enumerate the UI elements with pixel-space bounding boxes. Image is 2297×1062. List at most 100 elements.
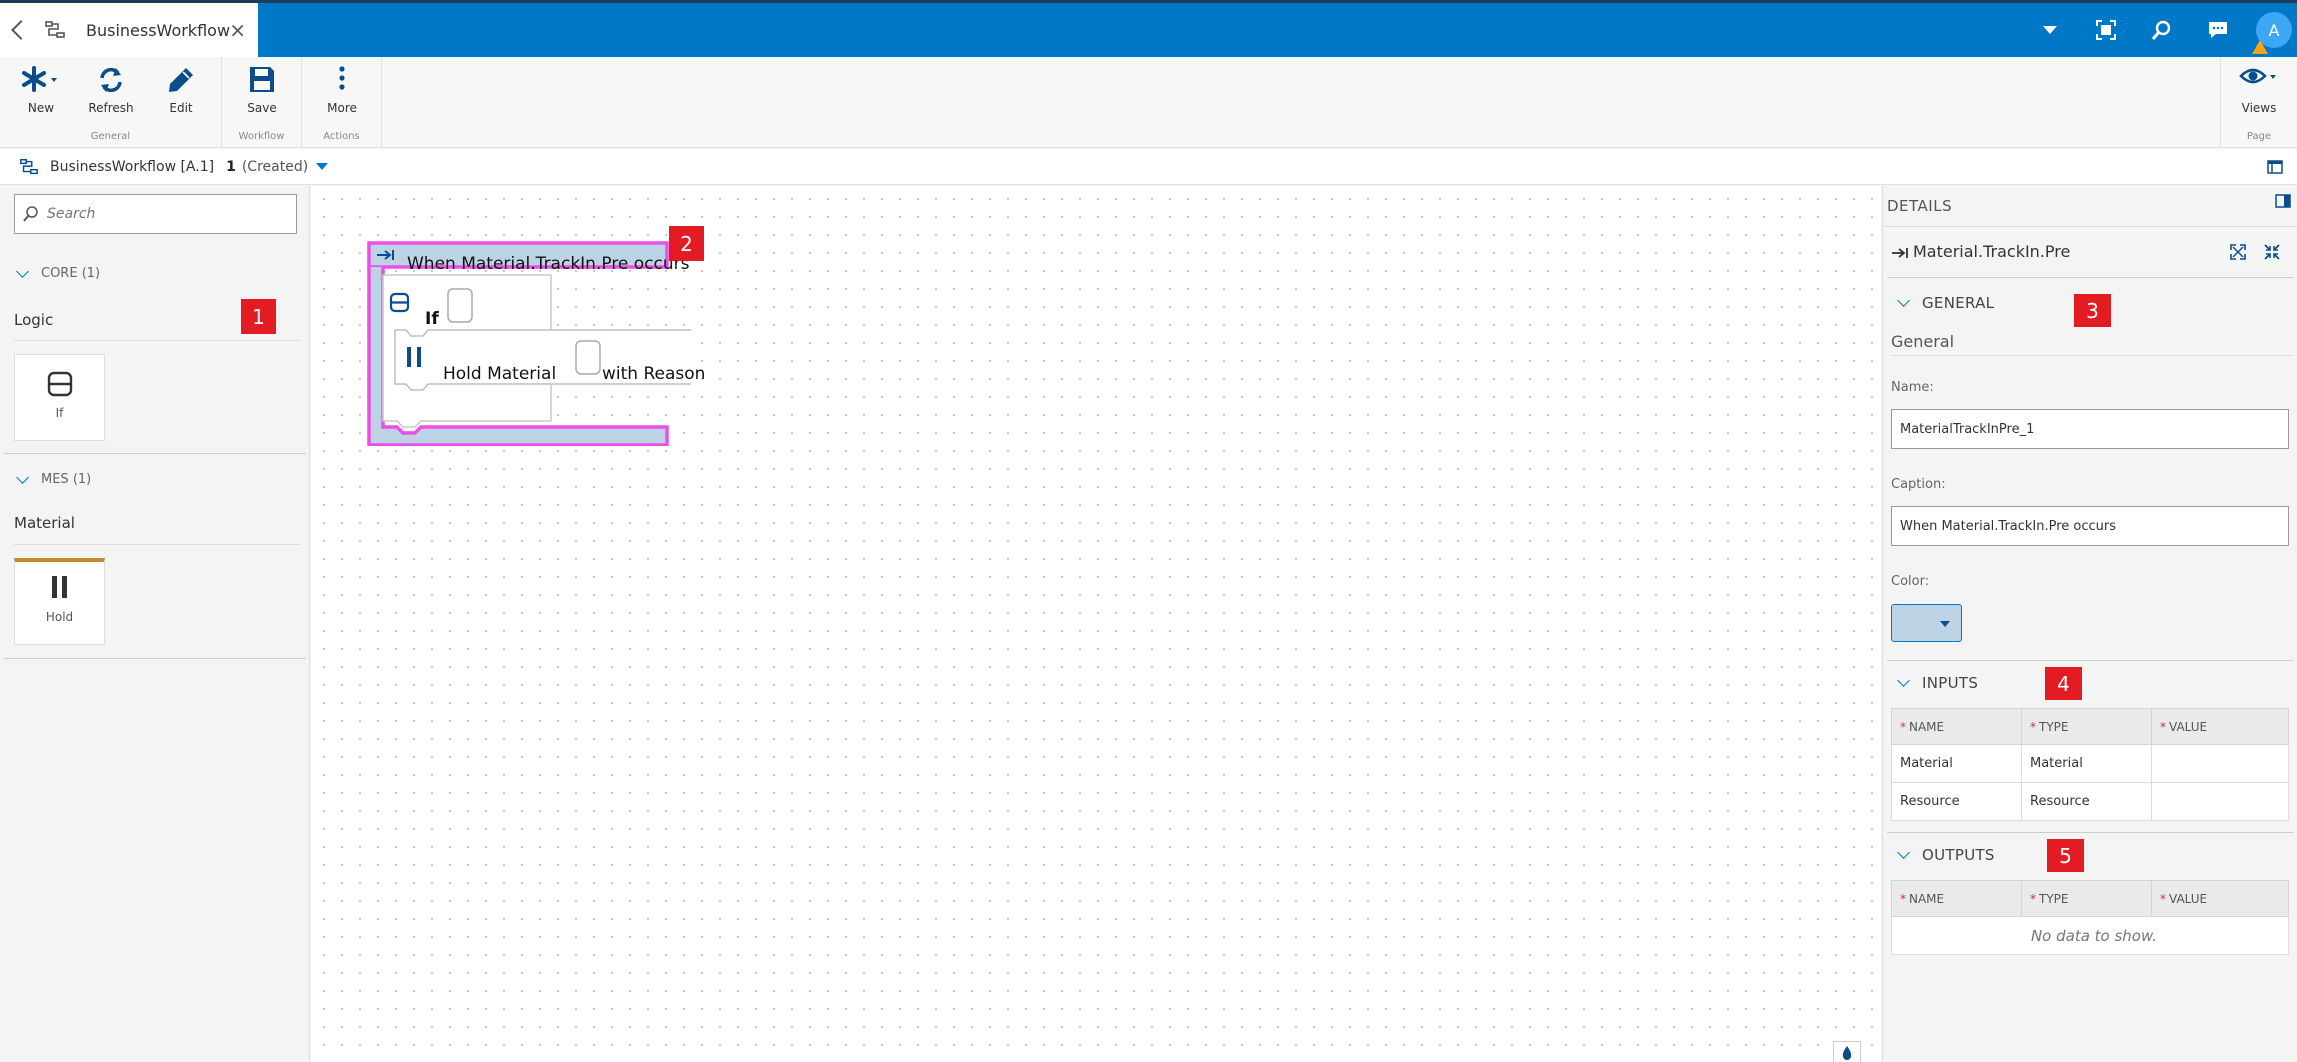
close-tab-icon[interactable]: × [229,20,246,40]
reason-label: with Reason [602,364,706,384]
table-row[interactable]: Material Material [1891,744,2289,783]
save-button[interactable]: Save [227,57,297,127]
edit-button-label: Edit [169,101,193,115]
chevron-down-icon [16,470,29,484]
back-arrow-icon[interactable] [11,20,31,40]
annotation-badge-3: 3 [2074,294,2111,327]
general-subheader: General [1891,332,1955,351]
views-button-label: Views [2241,101,2277,115]
column-header-type[interactable]: * TYPE [2021,708,2152,745]
table-row[interactable]: Resource Resource [1891,782,2289,821]
column-header-name[interactable]: * NAME [1891,708,2022,745]
section-core-header[interactable]: CORE (1) [16,264,101,281]
cell-value[interactable] [2151,782,2289,821]
toolbox-search[interactable] [14,194,297,234]
edit-button[interactable]: Edit [146,57,216,127]
toolbox-item-hold[interactable]: Hold [14,558,105,645]
workflow-icon [45,21,65,38]
section-mes-header[interactable]: MES (1) [16,470,91,487]
eye-icon [2239,68,2276,84]
cell-type[interactable]: Material [2021,744,2152,783]
save-icon [250,67,274,92]
toolbox-item-label: Hold [45,610,74,624]
section-inputs-label: INPUTS [1922,674,1979,692]
column-header-type[interactable]: * TYPE [2021,880,2152,917]
subsection-logic: Logic [14,311,54,329]
refresh-button-label: Refresh [88,101,134,115]
cell-value[interactable] [2151,744,2289,783]
cell-name[interactable]: Resource [1891,782,2022,821]
asterisk-icon [22,66,57,92]
chevron-down-icon [1897,846,1910,859]
if-block-icon [47,371,72,397]
event-icon [1892,248,1908,258]
name-label: Name: [1891,380,1934,395]
search-icon[interactable] [2134,3,2190,57]
name-field[interactable] [1891,409,2289,449]
ribbon-group-general: New Refresh Edit General [0,57,222,148]
workflow-icon [20,158,38,174]
section-outputs-label: OUTPUTS [1922,846,1995,864]
version-dropdown-icon[interactable] [316,163,329,170]
version-state: (Created) [241,158,309,175]
search-input[interactable] [47,203,287,225]
new-button[interactable]: New [6,57,76,127]
section-core-label: CORE (1) [41,266,101,281]
group-label-general: General [90,131,131,142]
canvas-tool-button[interactable] [1833,1041,1861,1062]
cell-name[interactable]: Material [1891,744,2022,783]
toolbox-item-label: If [55,406,64,420]
if-block-label: If [425,309,439,329]
cell-type[interactable]: Resource [2021,782,2152,821]
more-button-label: More [327,101,357,115]
column-header-name[interactable]: * NAME [1891,880,2022,917]
color-picker[interactable] [1891,604,1962,642]
divider [1891,355,2293,356]
collapse-icon[interactable] [2263,243,2281,261]
annotation-badge-5: 5 [2047,839,2084,872]
collapse-panel-icon[interactable] [2275,193,2291,209]
scan-icon[interactable] [2078,3,2134,57]
panel-layout-icon[interactable] [2267,159,2283,175]
chevron-down-icon [1897,294,1910,307]
chevron-down-icon [16,264,29,278]
refresh-button[interactable]: Refresh [76,57,146,127]
workflow-canvas[interactable]: When Material.TrackIn.Pre occurs If Hold… [311,186,1881,1062]
tab-title: BusinessWorkflow [86,20,231,40]
table-header-row: * NAME * TYPE * VALUE [1891,708,2289,745]
column-header-value[interactable]: * VALUE [2151,880,2289,917]
views-button[interactable]: Views [2224,57,2294,127]
table-header-row: * NAME * TYPE * VALUE [1891,880,2289,917]
expand-icon[interactable] [2229,243,2247,261]
section-outputs-header[interactable]: OUTPUTS [1897,846,1995,864]
user-menu[interactable]: A [2246,3,2297,57]
divider [14,544,300,545]
pencil-icon [169,68,193,92]
chat-icon[interactable] [2190,3,2246,57]
caption-field[interactable] [1891,506,2289,546]
ribbon-group-page: Views Page [2220,57,2297,148]
color-label: Color: [1891,574,1930,589]
divider [4,658,306,659]
refresh-icon [100,67,122,93]
toolbox-item-if[interactable]: If [14,354,105,441]
ribbon-group-actions: More Actions [302,57,382,148]
section-inputs-header[interactable]: INPUTS [1897,674,1979,692]
ribbon-group-workflow: Save Workflow [222,57,302,148]
caption-label: Caption: [1891,477,1946,492]
avatar[interactable]: A [2252,12,2292,54]
inputs-table: * NAME * TYPE * VALUE Material Material Res… [1891,708,2289,821]
new-button-label: New [27,101,55,115]
group-label-actions: Actions [323,131,360,142]
ribbon-toolbar: New Refresh Edit General Save Workflow M… [0,57,2297,148]
more-button[interactable]: More [307,57,377,127]
event-block-label: When Material.TrackIn.Pre occurs [407,254,690,274]
column-header-value[interactable]: * VALUE [2151,708,2289,745]
menu-dropdown-icon[interactable] [2022,3,2078,57]
section-general-header[interactable]: GENERAL [1897,294,1994,312]
save-button-label: Save [247,101,277,115]
hold-block-label: Hold Material [443,364,557,384]
workflow-tab[interactable]: BusinessWorkflow × [0,3,258,57]
group-label-workflow: Workflow [238,131,285,142]
chevron-down-icon [1897,674,1910,687]
